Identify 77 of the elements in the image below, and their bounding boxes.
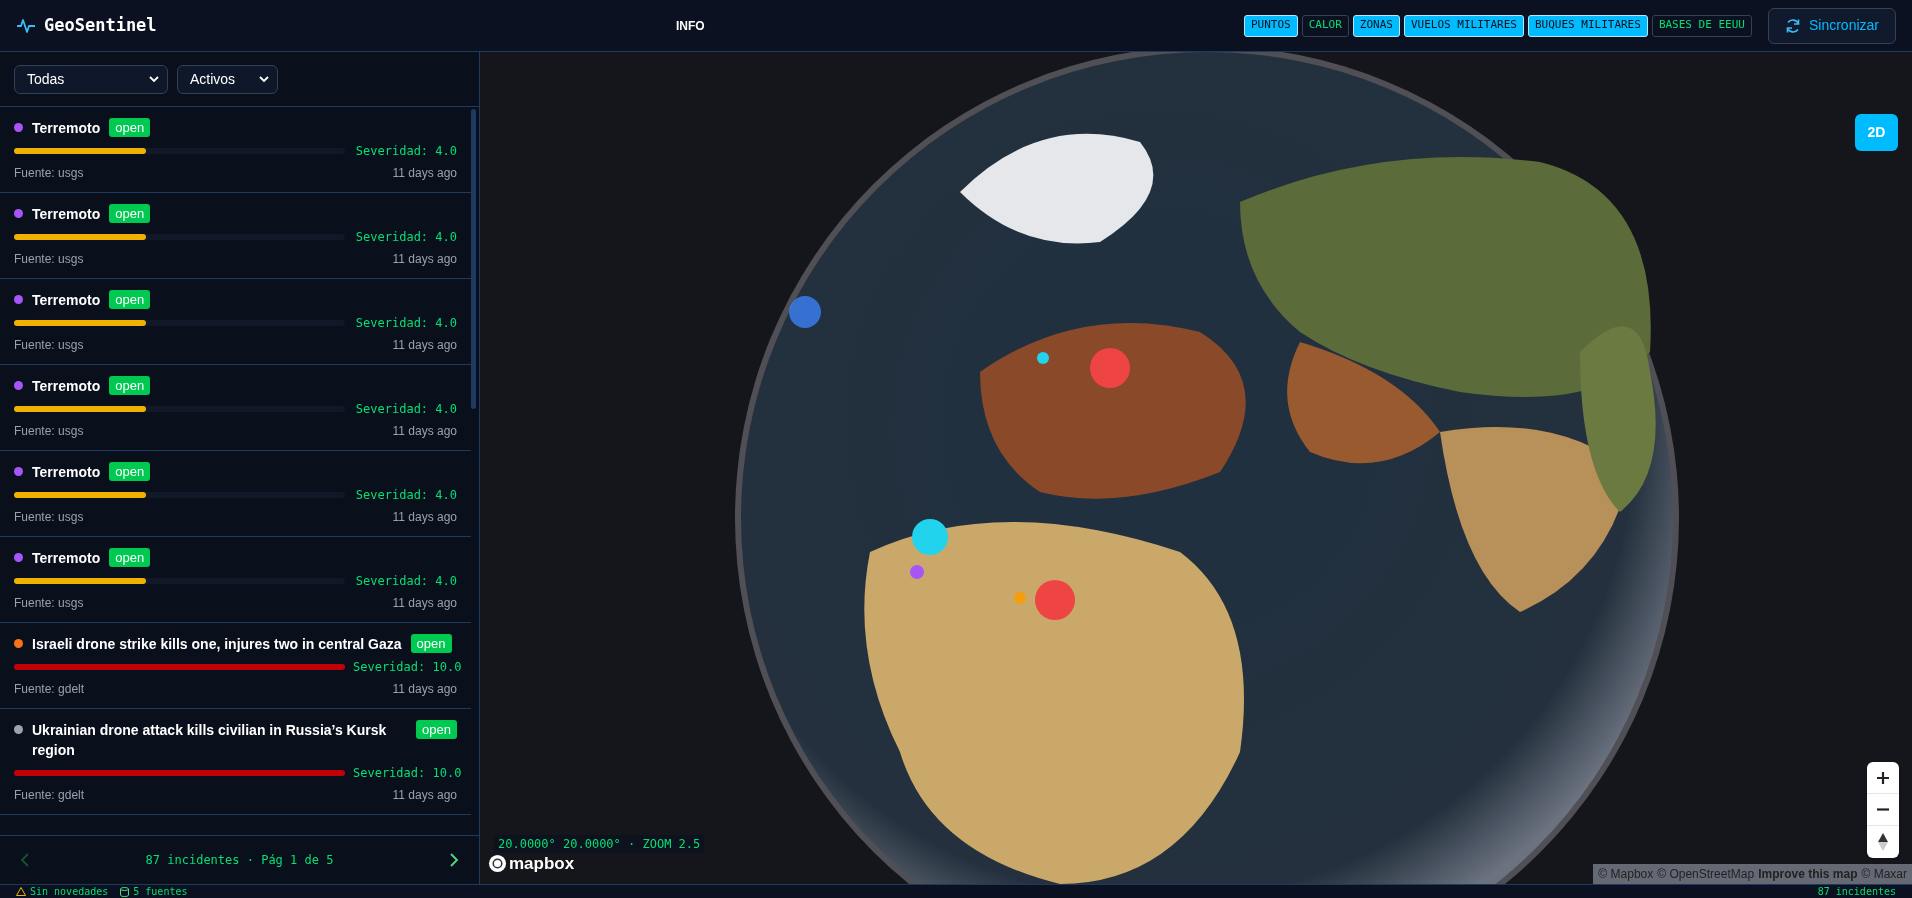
incident-source: Fuente: gdelt [14, 787, 85, 804]
incident-title: Terremoto [32, 549, 101, 568]
incident-time: 11 days ago [392, 509, 457, 526]
alerts-status: Sin novedades [30, 886, 109, 897]
severity-score: Severidad: 4.0 [355, 401, 457, 418]
status-badge: open [109, 204, 151, 223]
incident-time: 11 days ago [392, 337, 457, 354]
layer-toggle[interactable]: PUNTOS [1243, 14, 1298, 37]
layer-toggle[interactable]: BUQUES MILITARES [1527, 14, 1648, 37]
layer-toggle[interactable]: VUELOS MILITARES [1403, 14, 1524, 37]
severity-score: Severidad: 10.0 [353, 659, 462, 676]
incident-title: Terremoto [32, 291, 101, 310]
compass-icon [1878, 833, 1888, 851]
incident-time: 11 days ago [392, 787, 457, 804]
incident-title: Terremoto [32, 205, 101, 224]
incident-title: Terremoto [32, 377, 101, 396]
mapbox-logo-icon [488, 853, 507, 873]
status-badge: open [109, 118, 151, 137]
incident-source: Fuente: usgs [14, 251, 84, 268]
incident-source: Fuente: usgs [14, 165, 84, 182]
incident-title: Terremoto [32, 119, 101, 138]
incident-item[interactable]: Terremoto open Severidad: 4.0 Fuente: usgs 11 days ago [0, 107, 471, 193]
layer-toggle[interactable]: BASES DE EEUU [1651, 14, 1752, 37]
incident-time: 11 days ago [392, 595, 457, 612]
layer-toggle[interactable]: CALOR [1301, 14, 1349, 37]
incident-item[interactable]: Terremoto open Severidad: 4.0 Fuente: usgs 11 days ago [0, 193, 471, 279]
severity-score: Severidad: 4.0 [355, 315, 457, 332]
severity-score: Severidad: 4.0 [355, 573, 457, 590]
incident-time: 11 days ago [392, 681, 457, 698]
status-badge: open [109, 548, 151, 567]
layer-toggle[interactable]: ZONAS [1352, 14, 1400, 37]
incident-time: 11 days ago [392, 165, 457, 182]
incident-item[interactable]: Terremoto open Severidad: 4.0 Fuente: usgs 11 days ago [0, 451, 471, 537]
minus-icon [1877, 808, 1889, 811]
incident-time: 11 days ago [392, 423, 457, 440]
incident-title: Terremoto [32, 463, 101, 482]
incident-source: Fuente: usgs [14, 337, 84, 354]
pulse-icon [16, 17, 36, 34]
status-badge: open [410, 634, 452, 653]
incident-title: Israeli drone strike kills one, injures two in central Gaza [32, 635, 402, 654]
scrollbar-thumb[interactable] [471, 109, 476, 409]
database-icon [120, 886, 130, 897]
status-badge: open [109, 462, 151, 481]
refresh-icon [1784, 17, 1801, 34]
incident-source: Fuente: usgs [14, 595, 84, 612]
status-badge: open [416, 720, 457, 739]
incident-item[interactable]: Ukrainian drone attack kills civilian in Russia’s Kursk region open Severidad: 10.0 Fuente: gdelt 11 days ago [0, 709, 471, 815]
incident-time: 11 days ago [392, 251, 457, 268]
category-select[interactable]: Todas [14, 64, 168, 94]
coordinates-readout: 20.0000° 20.0000° · ZOOM 2.5 [494, 834, 705, 853]
warning-icon [16, 887, 26, 896]
incident-source: Fuente: usgs [14, 509, 84, 526]
incident-title: Ukrainian drone attack kills civilian in Russia’s Kursk region [32, 721, 388, 760]
sources-status[interactable]: 5 fuentes [133, 886, 188, 897]
incident-item[interactable]: Terremoto open Severidad: 4.0 Fuente: usgs 11 days ago [0, 365, 471, 451]
chevron-down-icon [259, 75, 269, 83]
incident-item[interactable]: Terremoto open Severidad: 4.0 Fuente: usgs 11 days ago [0, 537, 471, 623]
incident-count: 87 incidentes [1817, 886, 1896, 897]
severity-score: Severidad: 4.0 [355, 229, 457, 246]
incident-source: Fuente: usgs [14, 423, 84, 440]
status-select[interactable]: Activos [177, 64, 278, 94]
next-page-icon[interactable] [449, 853, 459, 867]
incident-item[interactable]: Israeli drone strike kills one, injures two in central Gaza open Severidad: 10.0 Fuente: gdelt 11 days ago [0, 623, 471, 709]
status-badge: open [109, 376, 151, 395]
pagination-text: 87 incidentes · Pág 1 de 5 [145, 852, 334, 869]
app-logo: GeoSentinel [44, 13, 157, 37]
status-badge: open [109, 290, 151, 309]
sync-button[interactable]: Sincronizar [1767, 7, 1896, 44]
plus-icon [1877, 771, 1889, 784]
severity-score: Severidad: 10.0 [353, 765, 462, 782]
incident-item[interactable]: Terremoto open Severidad: 4.0 Fuente: usgs 11 days ago [0, 279, 471, 365]
mapbox-logo[interactable]: mapbox [509, 850, 575, 876]
severity-score: Severidad: 4.0 [355, 143, 457, 160]
severity-score: Severidad: 4.0 [355, 487, 457, 504]
info-label: INFO [676, 17, 705, 35]
chevron-down-icon [149, 75, 159, 83]
incident-source: Fuente: gdelt [14, 681, 85, 698]
